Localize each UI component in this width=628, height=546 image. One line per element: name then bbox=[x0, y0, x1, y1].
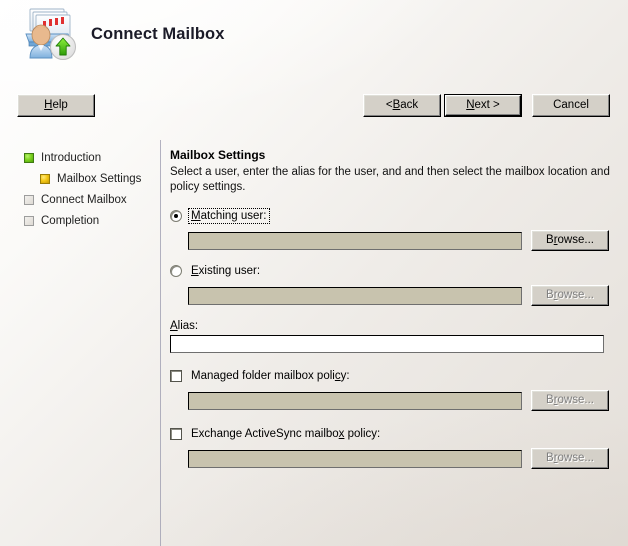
browse-label-pre: B bbox=[546, 393, 554, 406]
managed-folder-policy-label-rest: y: bbox=[340, 369, 350, 382]
checkbox-managed-folder-policy[interactable] bbox=[170, 369, 182, 382]
wizard-footer: Help < Back Next > Cancel bbox=[0, 68, 628, 136]
page-title: Connect Mailbox bbox=[91, 24, 225, 43]
browse-label-rest: owse... bbox=[557, 288, 594, 301]
alias-label: Alias: bbox=[170, 319, 201, 333]
managed-folder-policy-label-pre: Managed folder mailbox poli bbox=[191, 369, 335, 382]
help-button[interactable]: Help bbox=[17, 94, 95, 117]
accelerator-letter: H bbox=[44, 98, 53, 111]
cancel-label: Cancel bbox=[553, 98, 589, 111]
accelerator-letter: A bbox=[170, 319, 178, 332]
matching-user-option-row[interactable]: Matching user: bbox=[170, 207, 612, 224]
activesync-policy-label-pre: Exchange ActiveSync mailbo bbox=[191, 427, 339, 440]
sidebar-item-label: Connect Mailbox bbox=[41, 193, 127, 206]
activesync-policy-label-rest: policy: bbox=[344, 427, 381, 440]
checkbox-activesync-policy[interactable] bbox=[170, 427, 182, 440]
browse-label-rest: owse... bbox=[557, 233, 594, 246]
existing-user-browse-button: Br owse... bbox=[531, 285, 609, 306]
matching-user-input[interactable] bbox=[188, 231, 522, 250]
step-status-icon-mailbox-settings bbox=[40, 173, 50, 184]
alias-label-row: Alias: bbox=[170, 318, 612, 333]
managed-folder-policy-field-row: Br owse... bbox=[170, 390, 612, 411]
browse-label-pre: B bbox=[546, 233, 554, 246]
accelerator-letter: N bbox=[466, 98, 475, 111]
step-status-icon-connect-mailbox bbox=[24, 194, 34, 205]
activesync-policy-label: Exchange ActiveSync mailbox policy: bbox=[191, 427, 383, 441]
step-status-icon-introduction bbox=[24, 152, 34, 163]
browse-label-pre: B bbox=[546, 288, 554, 301]
back-button[interactable]: < Back bbox=[363, 94, 441, 117]
activesync-policy-option-row[interactable]: Exchange ActiveSync mailbox policy: bbox=[170, 425, 612, 442]
accelerator-letter: B bbox=[392, 98, 401, 111]
browse-label-rest: owse... bbox=[557, 451, 594, 464]
accelerator-letter: E bbox=[191, 264, 199, 277]
matching-user-label-rest: atching user: bbox=[200, 209, 267, 222]
step-status-icon-completion bbox=[24, 215, 34, 226]
managed-folder-policy-option-row[interactable]: Managed folder mailbox policy: bbox=[170, 367, 612, 384]
mailbox-connect-user-icon bbox=[16, 4, 78, 64]
back-label-rest: ack bbox=[400, 98, 419, 111]
settings-panel: Mailbox Settings Select a user, enter th… bbox=[170, 148, 612, 469]
sidebar-item-connect-mailbox[interactable]: Connect Mailbox bbox=[24, 190, 154, 209]
alias-field-row bbox=[170, 335, 612, 353]
next-button-inner: Next > bbox=[445, 95, 521, 116]
sidebar-item-label: Completion bbox=[41, 214, 100, 227]
alias-label-rest: lias: bbox=[177, 319, 199, 332]
matching-user-field-row: Br owse... bbox=[170, 230, 612, 251]
existing-user-label: Existing user: bbox=[189, 264, 263, 278]
back-label-pre: < bbox=[385, 98, 393, 111]
sidebar-item-completion[interactable]: Completion bbox=[24, 211, 154, 230]
help-label-rest: elp bbox=[52, 98, 68, 111]
managed-folder-policy-label: Managed folder mailbox policy: bbox=[191, 369, 353, 383]
wizard-header: Connect Mailbox bbox=[0, 0, 628, 68]
activesync-policy-field-row: Br owse... bbox=[170, 448, 612, 469]
radio-matching-user[interactable] bbox=[170, 209, 182, 222]
next-button[interactable]: Next > bbox=[444, 94, 522, 117]
cancel-button[interactable]: Cancel bbox=[532, 94, 610, 117]
accelerator-letter: M bbox=[191, 209, 201, 222]
next-label-rest: ext > bbox=[474, 98, 500, 111]
panel-divider bbox=[160, 140, 161, 546]
managed-folder-policy-input bbox=[188, 391, 522, 410]
sidebar-item-mailbox-settings[interactable]: Mailbox Settings bbox=[24, 169, 154, 188]
connect-mailbox-wizard: Connect Mailbox Introduction Mailbox Set… bbox=[0, 0, 628, 546]
sidebar-item-label: Introduction bbox=[41, 151, 102, 164]
panel-description: Select a user, enter the alias for the u… bbox=[170, 166, 610, 193]
radio-existing-user[interactable] bbox=[170, 264, 182, 277]
panel-heading: Mailbox Settings bbox=[170, 148, 266, 162]
browse-label-rest: owse... bbox=[557, 393, 594, 406]
browse-label-pre: B bbox=[546, 451, 554, 464]
existing-user-label-rest: xisting user: bbox=[198, 264, 261, 277]
matching-user-label: Matching user: bbox=[187, 207, 271, 224]
existing-user-input bbox=[188, 286, 522, 305]
existing-user-option-row[interactable]: Existing user: bbox=[170, 262, 612, 279]
managed-folder-policy-browse-button: Br owse... bbox=[531, 390, 609, 411]
alias-input[interactable] bbox=[170, 335, 604, 353]
matching-user-browse-button[interactable]: Br owse... bbox=[531, 230, 609, 251]
activesync-policy-input bbox=[188, 449, 522, 468]
existing-user-field-row: Br owse... bbox=[170, 285, 612, 306]
sidebar-item-introduction[interactable]: Introduction bbox=[24, 148, 154, 167]
activesync-policy-browse-button: Br owse... bbox=[531, 448, 609, 469]
wizard-step-list: Introduction Mailbox Settings Connect Ma… bbox=[24, 148, 154, 232]
sidebar-item-label: Mailbox Settings bbox=[57, 172, 142, 185]
